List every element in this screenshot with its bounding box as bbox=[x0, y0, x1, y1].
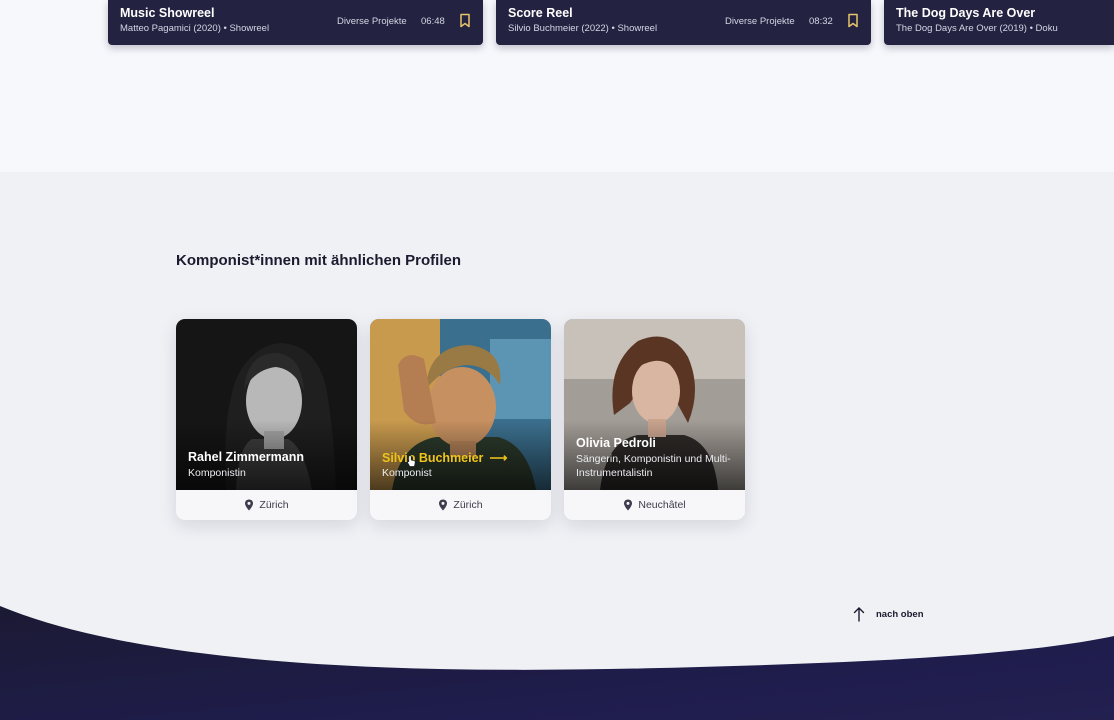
media-card-score-reel[interactable]: Score Reel Silvio Buchmeier (2022) • Sho… bbox=[496, 0, 871, 45]
media-title: Music Showreel bbox=[120, 6, 215, 20]
location-pin-icon bbox=[624, 499, 633, 511]
location-label: Zürich bbox=[453, 499, 483, 511]
media-title: Score Reel bbox=[508, 6, 573, 20]
media-subtitle: Matteo Pagamici (2020) • Showreel bbox=[120, 23, 270, 34]
profile-name-link[interactable]: Silvio Buchmeier ⟶ bbox=[382, 450, 507, 465]
location-pin-icon bbox=[439, 499, 448, 511]
bookmark-icon[interactable] bbox=[846, 13, 860, 28]
media-category: Diverse Projekte bbox=[725, 16, 795, 27]
arrow-right-icon: ⟶ bbox=[489, 451, 508, 465]
profile-card-rahel-zimmermann[interactable]: Rahel Zimmermann Komponistin Zürich bbox=[176, 319, 357, 520]
profile-photo bbox=[176, 319, 357, 490]
location-label: Zürich bbox=[259, 499, 289, 511]
media-title: The Dog Days Are Over bbox=[896, 6, 1036, 20]
profile-card-olivia-pedroli[interactable]: Olivia Pedroli Sängerin, Komponistin und… bbox=[564, 319, 745, 520]
profile-location: Zürich bbox=[370, 490, 551, 520]
profile-name: Rahel Zimmermann bbox=[188, 450, 305, 464]
media-card-dog-days[interactable]: The Dog Days Are Over The Dog Days Are O… bbox=[884, 0, 1114, 45]
media-category: Diverse Projekte bbox=[337, 16, 407, 27]
media-subtitle: The Dog Days Are Over (2019) • Doku bbox=[896, 23, 1058, 34]
back-to-top-label: nach oben bbox=[876, 608, 924, 620]
mouse-cursor-icon bbox=[407, 455, 416, 467]
profile-role: Komponistin bbox=[188, 467, 246, 479]
back-to-top-link[interactable]: nach oben bbox=[852, 605, 924, 623]
similar-profiles-heading: Komponist*innen mit ähnlichen Profilen bbox=[176, 252, 462, 269]
bookmark-icon[interactable] bbox=[458, 13, 472, 28]
media-duration: 08:32 bbox=[809, 16, 833, 27]
location-label: Neuchâtel bbox=[638, 499, 686, 511]
media-subtitle: Silvio Buchmeier (2022) • Showreel bbox=[508, 23, 658, 34]
profile-name: Olivia Pedroli bbox=[576, 436, 656, 450]
profile-card-silvio-buchmeier[interactable]: Silvio Buchmeier ⟶ Komponist Zürich bbox=[370, 319, 551, 520]
arrow-up-icon bbox=[853, 607, 865, 622]
footer-wave bbox=[0, 606, 1114, 720]
profile-location: Neuchâtel bbox=[564, 490, 745, 520]
profile-name: Silvio Buchmeier bbox=[382, 451, 484, 465]
media-card-music-showreel[interactable]: Music Showreel Matteo Pagamici (2020) • … bbox=[108, 0, 483, 45]
profile-role: Sängerin, Komponistin und Multi-Instrume… bbox=[576, 453, 731, 479]
profile-location: Zürich bbox=[176, 490, 357, 520]
location-pin-icon bbox=[245, 499, 254, 511]
media-duration: 06:48 bbox=[421, 16, 445, 27]
profile-role: Komponist bbox=[382, 467, 432, 479]
